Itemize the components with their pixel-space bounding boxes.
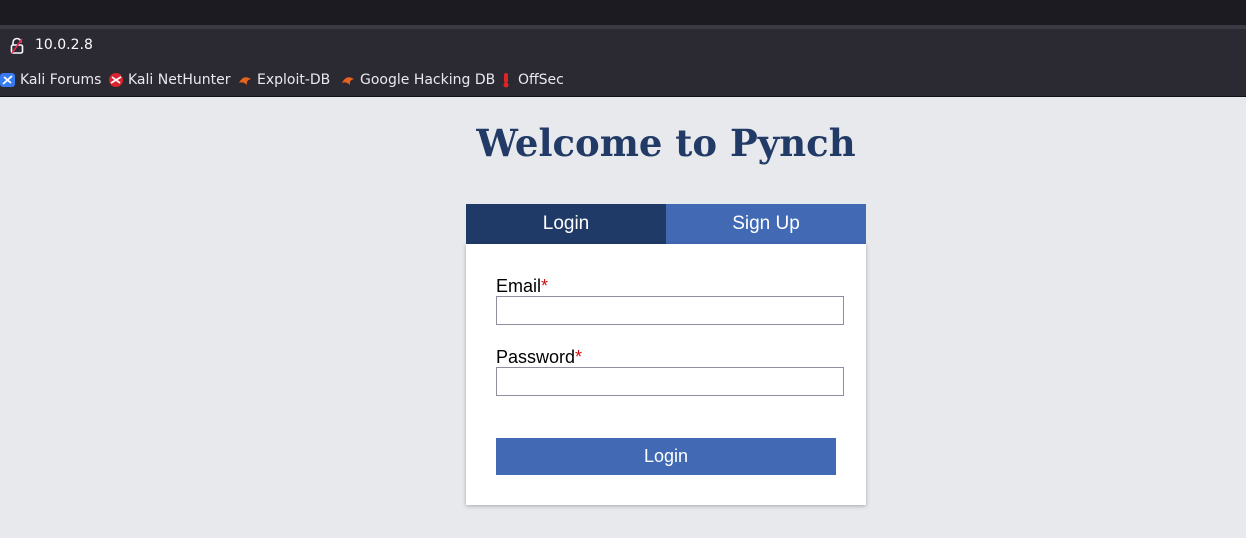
bookmark-label: Google Hacking DB bbox=[360, 72, 496, 88]
browser-tab-strip bbox=[0, 0, 1246, 25]
password-field[interactable] bbox=[496, 367, 844, 396]
tab-sign-up[interactable]: Sign Up bbox=[666, 204, 866, 244]
exploit-db-icon bbox=[239, 77, 251, 85]
bookmark-label: OffSec bbox=[518, 72, 564, 88]
login-button[interactable]: Login bbox=[496, 438, 836, 475]
bookmark-kali-forums[interactable]: Kali Forums bbox=[0, 71, 101, 89]
required-marker: * bbox=[575, 347, 583, 367]
address-bar[interactable] bbox=[0, 29, 1246, 61]
bookmark-kali-nethunter[interactable]: Kali NetHunter bbox=[108, 71, 230, 89]
bookmark-exploit-db[interactable]: Exploit-DB bbox=[237, 71, 330, 89]
bookmark-google-hacking-db[interactable]: Google Hacking DB bbox=[340, 71, 495, 89]
bookmark-label: Kali NetHunter bbox=[128, 72, 231, 88]
password-label-text: Password bbox=[496, 347, 576, 367]
email-label: Email* bbox=[496, 276, 548, 296]
lock-icon[interactable] bbox=[9, 37, 25, 54]
offsec-icon bbox=[503, 73, 509, 88]
google-hacking-db-icon bbox=[342, 77, 354, 85]
bookmark-label: Kali Forums bbox=[20, 72, 102, 88]
bookmark-offsec[interactable]: OffSec bbox=[498, 71, 564, 89]
password-label: Password* bbox=[496, 347, 582, 367]
email-label-text: Email bbox=[496, 276, 542, 296]
email-field[interactable] bbox=[496, 296, 844, 325]
kali-forums-icon bbox=[0, 73, 15, 87]
url-text[interactable]: 10.0.2.8 bbox=[35, 37, 93, 54]
bookmark-label: Exploit-DB bbox=[257, 72, 331, 88]
page-title: Welcome to Pynch bbox=[476, 121, 856, 165]
kali-nethunter-icon bbox=[109, 73, 123, 87]
required-marker: * bbox=[541, 276, 549, 296]
tab-login[interactable]: Login bbox=[466, 204, 666, 244]
